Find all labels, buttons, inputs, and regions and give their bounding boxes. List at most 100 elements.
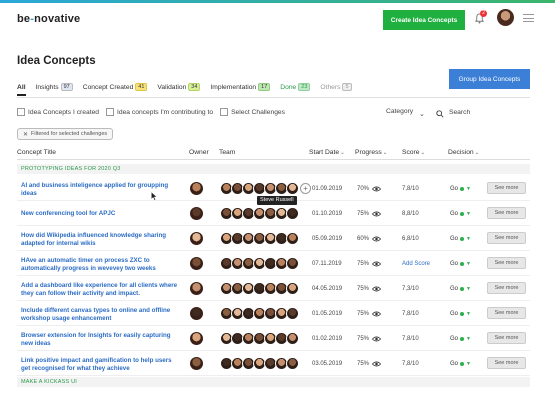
owner-avatar[interactable] <box>190 182 203 195</box>
col-progress[interactable]: Progress⌄ <box>355 149 387 156</box>
decision-dropdown[interactable]: Go ▼ <box>450 236 471 242</box>
close-icon[interactable]: ✕ <box>23 131 28 138</box>
owner-avatar[interactable] <box>190 332 203 345</box>
see-more-button[interactable]: See more <box>487 357 526 369</box>
avatar[interactable] <box>286 332 299 345</box>
owner-avatar[interactable] <box>190 282 203 295</box>
chevron-down-icon[interactable]: ⌄ <box>419 110 425 118</box>
concept-title-link[interactable]: Browser extension for Insights for easil… <box>21 332 181 347</box>
tab-validation[interactable]: Validation 34 <box>157 83 201 96</box>
see-more-button[interactable]: See more <box>487 207 526 219</box>
decision-dropdown[interactable]: Go ▼ <box>450 286 471 292</box>
tabs-divider <box>17 97 530 98</box>
team-avatars[interactable] <box>220 232 299 245</box>
team-avatars[interactable] <box>220 332 299 345</box>
hamburger-menu-icon[interactable] <box>523 14 534 22</box>
decision-dropdown[interactable]: Go ▼ <box>450 261 471 267</box>
score-value: 7,8/10 <box>402 361 419 367</box>
eye-icon[interactable] <box>372 211 381 217</box>
table-row[interactable]: Add a dashboard like experience for all … <box>17 276 530 301</box>
col-decision[interactable]: Decision⌄ <box>448 149 479 156</box>
owner-avatar[interactable] <box>190 307 203 320</box>
tab-concept-created[interactable]: Concept Created 41 <box>83 83 148 96</box>
concept-title-link[interactable]: Add a dashboard like experience for all … <box>21 282 181 297</box>
see-more-button[interactable]: See more <box>487 332 526 344</box>
eye-icon[interactable] <box>372 336 381 342</box>
app-logo[interactable]: be-novative <box>17 13 80 25</box>
tab-done[interactable]: Done 23 <box>280 83 311 96</box>
col-score[interactable]: Score⌄ <box>402 149 425 156</box>
eye-icon[interactable] <box>372 311 381 317</box>
progress-value: 75% <box>357 311 370 317</box>
avatar[interactable] <box>286 182 299 195</box>
avatar[interactable] <box>286 207 299 220</box>
tab-insights[interactable]: Insights 97 <box>36 83 73 96</box>
table-row[interactable]: Browser extension for Insights for easil… <box>17 326 530 351</box>
start-date: 01.10.2019 <box>312 211 343 217</box>
challenge-group-header: PROTOTYPING IDEAS FOR 2020 Q3 <box>17 164 530 174</box>
create-idea-concepts-button[interactable]: Create Idea Concepts <box>383 10 465 30</box>
concept-title-link[interactable]: New conferencing tool for APJC <box>21 210 181 218</box>
team-avatars[interactable] <box>220 282 299 295</box>
owner-avatar[interactable] <box>190 257 203 270</box>
filter-contributing-checkbox[interactable]: Idea concepts I'm contributing to <box>106 108 213 116</box>
concept-title-link[interactable]: Include different canvas types to online… <box>21 307 181 322</box>
decision-dropdown[interactable]: Go ▼ <box>450 211 471 217</box>
tab-implementation[interactable]: Implementation 17 <box>210 83 271 96</box>
tab-all[interactable]: All <box>17 83 26 96</box>
avatar[interactable] <box>286 232 299 245</box>
table-row[interactable]: HAve an automatic timer on process ZXC t… <box>17 251 530 276</box>
table-row[interactable]: How did Wikipedia influenced knowledge s… <box>17 226 530 251</box>
group-idea-concepts-button[interactable]: Group Idea Concepts <box>449 69 530 89</box>
col-concept-title[interactable]: Concept Title <box>17 149 56 156</box>
eye-icon[interactable] <box>372 286 381 292</box>
col-team: Team <box>219 149 236 156</box>
decision-dropdown[interactable]: Go ▼ <box>450 186 471 192</box>
start-date: 04.05.2019 <box>312 286 343 292</box>
see-more-button[interactable]: See more <box>487 307 526 319</box>
table-row[interactable]: Link positive impact and gamification to… <box>17 351 530 376</box>
search-icon[interactable] <box>436 110 444 118</box>
owner-avatar[interactable] <box>190 232 203 245</box>
concept-title-link[interactable]: HAve an automatic timer on process ZXC t… <box>21 257 181 272</box>
table-header-divider <box>17 159 530 160</box>
filter-created-checkbox[interactable]: Idea Concepts I created <box>17 108 99 116</box>
team-avatars[interactable]: + <box>220 182 311 195</box>
mouse-cursor-icon <box>151 192 158 201</box>
notification-badge: 2 <box>480 10 487 17</box>
add-team-member-icon[interactable]: + <box>300 183 311 194</box>
concept-title-link[interactable]: How did Wikipedia influenced knowledge s… <box>21 232 181 247</box>
decision-dropdown[interactable]: Go ▼ <box>450 336 471 342</box>
decision-dropdown[interactable]: Go ▼ <box>450 361 471 367</box>
avatar[interactable] <box>286 307 299 320</box>
team-avatars[interactable] <box>220 257 299 270</box>
team-avatars[interactable] <box>220 357 299 370</box>
add-score-link[interactable]: Add Score <box>402 261 430 267</box>
select-challenges-checkbox[interactable]: Select Challenges <box>220 108 285 116</box>
eye-icon[interactable] <box>372 236 381 242</box>
concept-title-link[interactable]: Link positive impact and gamification to… <box>21 357 181 372</box>
eye-icon[interactable] <box>372 186 381 192</box>
eye-icon[interactable] <box>372 361 381 367</box>
owner-avatar[interactable] <box>190 207 203 220</box>
eye-icon[interactable] <box>372 261 381 267</box>
see-more-button[interactable]: See more <box>487 232 526 244</box>
decision-dropdown[interactable]: Go ▼ <box>450 311 471 317</box>
user-avatar[interactable] <box>497 9 514 26</box>
filter-chip[interactable]: ✕ Filtered for selected challenges <box>17 128 114 140</box>
tab-others[interactable]: Others 5 <box>320 83 352 96</box>
see-more-button[interactable]: See more <box>487 182 526 194</box>
avatar[interactable] <box>286 357 299 370</box>
see-more-button[interactable]: See more <box>487 282 526 294</box>
col-start-date[interactable]: Start Date⌄ <box>309 149 345 156</box>
avatar[interactable] <box>286 257 299 270</box>
team-avatars[interactable] <box>220 307 299 320</box>
see-more-button[interactable]: See more <box>487 257 526 269</box>
top-accent-bar <box>0 0 555 3</box>
avatar[interactable] <box>286 282 299 295</box>
table-row[interactable]: Include different canvas types to online… <box>17 301 530 326</box>
owner-avatar[interactable] <box>190 357 203 370</box>
team-avatars[interactable] <box>220 207 299 220</box>
category-dropdown[interactable]: Category <box>386 108 413 115</box>
search-label[interactable]: Search <box>449 109 470 116</box>
